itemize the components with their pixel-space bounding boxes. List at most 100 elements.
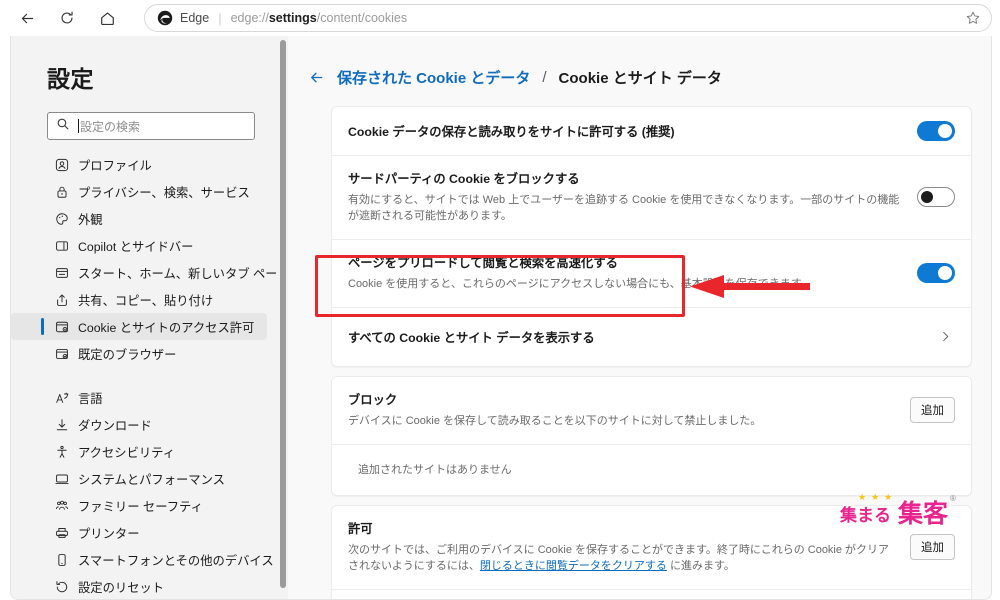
- sidebar-scrollbar-thumb[interactable]: [280, 40, 286, 588]
- allow-cookies-toggle[interactable]: [917, 121, 955, 141]
- breadcrumb-parent-link[interactable]: 保存された Cookie とデータ: [337, 67, 530, 88]
- palette-icon: [55, 212, 69, 226]
- block-third-party-toggle[interactable]: [917, 186, 955, 207]
- allow-desc-post: に進みます。: [666, 559, 735, 572]
- address-bar[interactable]: Edge | edge://settings/content/cookies: [144, 4, 992, 32]
- sidebar-item-appearance[interactable]: 外観: [11, 205, 267, 232]
- search-icon: [56, 117, 70, 136]
- page-title: 設定: [47, 66, 94, 92]
- sidebar-item-label: 共有、コピー、貼り付け: [78, 293, 214, 308]
- allow-add-button[interactable]: 追加: [910, 533, 955, 560]
- row-title: Cookie データの保存と読み取りをサイトに許可する (推奨): [348, 125, 675, 139]
- row-see-all-cookies[interactable]: すべての Cookie とサイト データを表示する: [332, 306, 971, 366]
- sidebar-item-accessibility[interactable]: アクセシビリティ: [11, 438, 267, 465]
- row-description: デバイスに Cookie を保存して読み取ることを以下のサイトに対して禁止しまし…: [348, 414, 762, 427]
- row-title: すべての Cookie とサイト データを表示する: [348, 330, 595, 345]
- reload-icon: [59, 10, 75, 26]
- home-button[interactable]: [90, 3, 124, 33]
- sidebar-item-label: アクセシビリティ: [78, 445, 176, 460]
- row-title: ページをプリロードして閲覧と検索を高速化する: [348, 255, 618, 270]
- row-title: サードパーティの Cookie をブロックする: [348, 172, 580, 186]
- preload-pages-toggle[interactable]: [917, 262, 955, 283]
- search-input[interactable]: 設定の検索: [47, 112, 255, 140]
- row-description: Cookie を使用すると、これらのページにアクセスしない場合にも、基本設定を保…: [348, 277, 802, 290]
- star-icon[interactable]: [965, 10, 981, 26]
- sidebar-nav: プロファイル プライバシー、検索、サービス 外観 Copilot とサイドバー …: [11, 151, 290, 599]
- sidebar-item-cookies-site-permissions[interactable]: Cookie とサイトのアクセス許可: [11, 313, 267, 340]
- chevron-right-icon: [938, 329, 955, 344]
- breadcrumb-separator: /: [542, 69, 547, 86]
- allow-empty-state: 追加されたサイトはありません: [332, 588, 971, 599]
- home-icon: [99, 10, 116, 27]
- row-description: 次のサイトでは、ご利用のデバイスに Cookie を保存することができます。終了…: [348, 543, 898, 575]
- sidebar-divider: [11, 367, 276, 384]
- sidebar-icon: [55, 239, 69, 253]
- block-empty-state: 追加されたサイトはありません: [332, 443, 971, 495]
- sidebar-item-start-home-newtab[interactable]: スタート、ホーム、新しいタブ ページ: [11, 259, 290, 286]
- default-browser-icon: [55, 347, 69, 361]
- text-caret: [78, 119, 79, 133]
- omnibox-url: edge://settings/content/cookies: [231, 11, 408, 25]
- allow-card: 許可 次のサイトでは、ご利用のデバイスに Cookie を保存することができます…: [331, 504, 972, 599]
- sidebar-item-label: 設定のリセット: [78, 580, 165, 595]
- clear-browsing-data-link[interactable]: 閉じるときに閲覧データをクリアする: [480, 560, 667, 572]
- sidebar-item-family-safety[interactable]: ファミリー セーフティ: [11, 492, 267, 519]
- share-icon: [55, 293, 69, 307]
- printer-icon: [55, 526, 69, 540]
- block-add-button[interactable]: 追加: [910, 396, 955, 423]
- cookies-settings-card: Cookie データの保存と読み取りをサイトに許可する (推奨) サードパーティ…: [331, 106, 972, 367]
- sidebar-item-languages[interactable]: 言語: [11, 384, 267, 411]
- row-description: 有効にすると、サイトでは Web 上でユーザーを追跡する Cookie を使用で…: [348, 194, 900, 222]
- phone-icon: [55, 553, 69, 567]
- sidebar-item-label: スタート、ホーム、新しいタブ ページ: [78, 266, 290, 281]
- cookie-permissions-icon: [55, 320, 69, 334]
- sidebar-item-phone-other-devices[interactable]: スマートフォンとその他のデバイス: [11, 546, 274, 573]
- row-allow-header: 許可 次のサイトでは、ご利用のデバイスに Cookie を保存することができます…: [332, 506, 971, 589]
- settings-content: 保存された Cookie とデータ / Cookie とサイト データ Cook…: [288, 36, 991, 599]
- row-allow-cookies[interactable]: Cookie データの保存と読み取りをサイトに許可する (推奨): [332, 107, 971, 155]
- url-prefix: edge://: [230, 11, 269, 25]
- sidebar-item-share-copy-paste[interactable]: 共有、コピー、貼り付け: [11, 286, 267, 313]
- sidebar-item-label: Cookie とサイトのアクセス許可: [78, 320, 255, 335]
- back-arrow-icon: [19, 10, 36, 27]
- sidebar-item-profile[interactable]: プロファイル: [11, 151, 267, 178]
- back-button[interactable]: [10, 3, 44, 33]
- sidebar-item-label: システムとパフォーマンス: [78, 472, 225, 487]
- profile-icon: [55, 158, 69, 172]
- browser-toolbar: Edge | edge://settings/content/cookies: [0, 0, 1000, 36]
- download-icon: [55, 418, 69, 432]
- sidebar-item-default-browser[interactable]: 既定のブラウザー: [11, 340, 267, 367]
- sidebar-item-copilot-sidebar[interactable]: Copilot とサイドバー: [11, 232, 267, 259]
- row-preload-pages[interactable]: ページをプリロードして閲覧と検索を高速化する Cookie を使用すると、これら…: [332, 238, 971, 307]
- system-icon: [55, 472, 69, 486]
- breadcrumb-back-button[interactable]: [308, 69, 325, 86]
- family-icon: [55, 499, 69, 513]
- sidebar-item-reset-settings[interactable]: 設定のリセット: [11, 573, 267, 599]
- sidebar-item-label: 既定のブラウザー: [78, 347, 177, 362]
- omnibox-brand: Edge: [180, 11, 210, 25]
- sidebar-item-label: Copilot とサイドバー: [78, 239, 194, 254]
- reset-icon: [55, 580, 69, 594]
- sidebar-item-label: プライバシー、検索、サービス: [78, 185, 250, 200]
- sidebar-item-downloads[interactable]: ダウンロード: [11, 411, 267, 438]
- breadcrumb-current: Cookie とサイト データ: [558, 70, 722, 87]
- lock-icon: [55, 185, 69, 199]
- omnibox-separator: |: [218, 10, 222, 26]
- search-placeholder: 設定の検索: [80, 119, 141, 134]
- edge-logo-icon: [157, 10, 173, 26]
- sidebar-item-system-performance[interactable]: システムとパフォーマンス: [11, 465, 267, 492]
- url-bold: settings: [268, 11, 317, 25]
- sidebar-item-printers[interactable]: プリンター: [11, 519, 267, 546]
- sidebar-item-label: スマートフォンとその他のデバイス: [78, 553, 274, 568]
- sidebar-item-label: ファミリー セーフティ: [78, 499, 203, 514]
- newtab-icon: [55, 266, 69, 280]
- row-block-third-party[interactable]: サードパーティの Cookie をブロックする 有効にすると、サイトでは Web…: [332, 155, 971, 239]
- url-suffix: /content/cookies: [316, 11, 408, 25]
- settings-sidebar: 設定 設定の検索 プロファイル プライバシー、検索、サービス 外観 Copilo…: [11, 36, 290, 599]
- language-icon: [55, 391, 69, 405]
- sidebar-item-privacy[interactable]: プライバシー、検索、サービス: [11, 178, 267, 205]
- row-title: ブロック: [348, 392, 398, 407]
- reload-button[interactable]: [50, 3, 84, 33]
- row-title: 許可: [348, 521, 373, 536]
- breadcrumb: 保存された Cookie とデータ / Cookie とサイト データ: [288, 36, 991, 88]
